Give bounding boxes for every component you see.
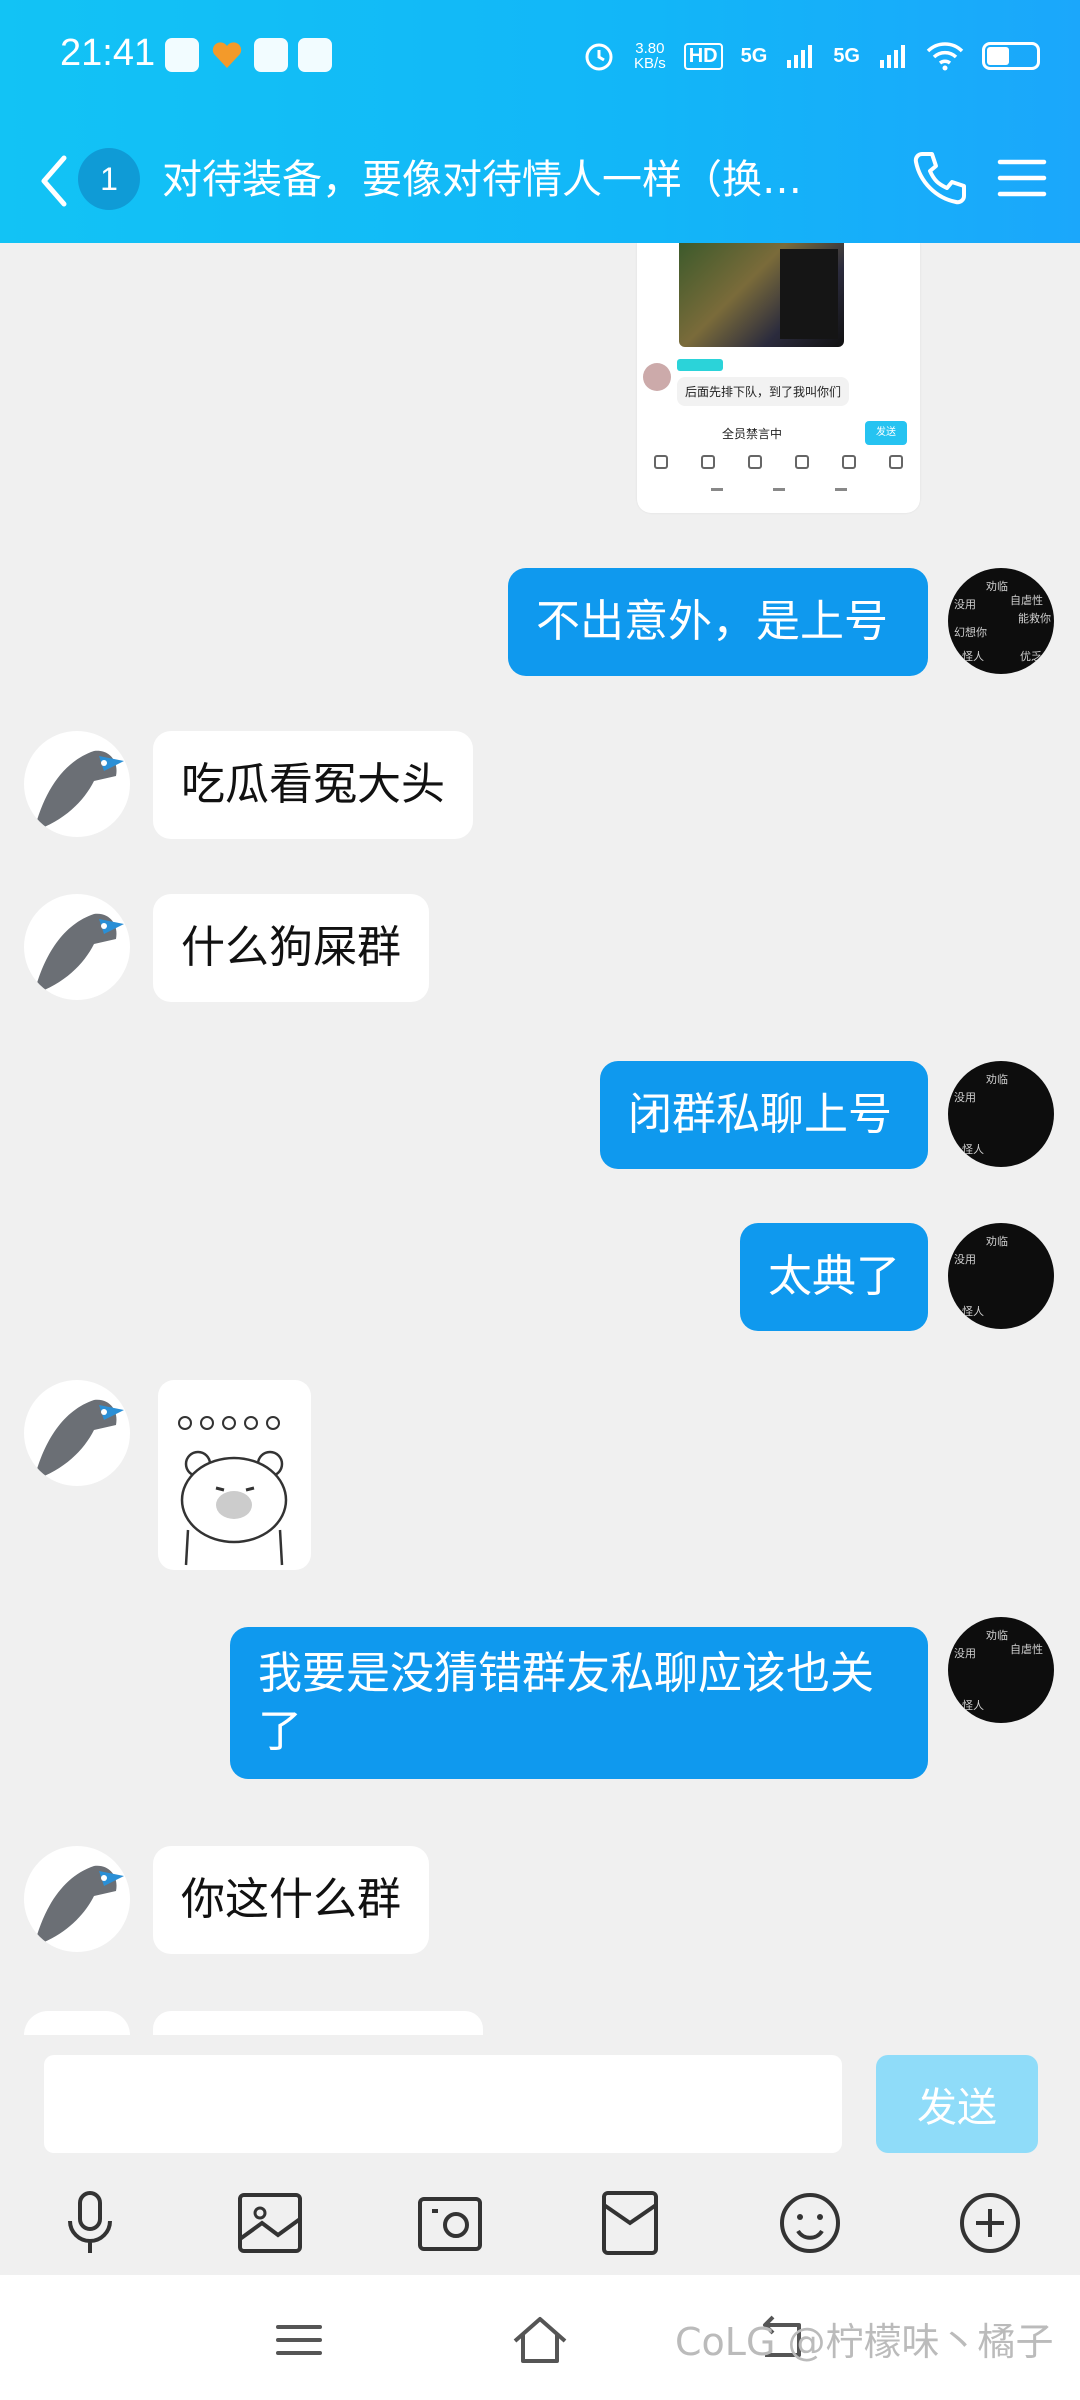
emoji-icon[interactable]	[770, 2183, 850, 2263]
status-indicators: 3.80 KB/s HD 5G 5G	[582, 36, 1040, 76]
message-list[interactable]: 后面先排下队，到了我叫你们 全员禁言中 发送 不出意外，是上号 劝临 自虐性 没…	[0, 243, 1080, 2035]
camera-icon[interactable]	[410, 2183, 490, 2263]
wifi-icon	[926, 42, 964, 71]
battery-icon	[982, 42, 1040, 70]
heart-app-icon	[210, 38, 244, 72]
input-toolbar	[0, 2183, 1080, 2273]
self-avatar[interactable]: 劝临 没用 怪人	[948, 1223, 1054, 1329]
bird-avatar-icon	[34, 1865, 124, 1946]
send-button[interactable]: 发送	[876, 2055, 1038, 2153]
preview-message: 后面先排下队，到了我叫你们	[677, 377, 850, 406]
contact-avatar[interactable]	[24, 1846, 130, 1952]
menu-icon[interactable]	[990, 146, 1054, 210]
message-bubble-self[interactable]: 闭群私聊上号	[600, 1061, 928, 1169]
input-area: 发送	[0, 2035, 1080, 2275]
system-navigation-bar: CoLG @柠檬味丶橘子	[0, 2275, 1080, 2400]
message-bubble-self[interactable]: 不出意外，是上号	[508, 568, 928, 676]
avatar	[643, 363, 671, 391]
image-icon[interactable]	[230, 2183, 310, 2263]
member-tag	[677, 359, 723, 371]
bird-avatar-icon	[34, 913, 124, 994]
game-screenshot-thumbnail	[679, 243, 844, 347]
message-bubble-other[interactable]	[153, 2011, 483, 2035]
app-notification-icon	[165, 38, 199, 72]
status-bar: 21:41 3.80 KB/s HD 5G 5G	[0, 0, 1080, 110]
watermark: CoLG @柠檬味丶橘子	[675, 2320, 1054, 2364]
home-icon[interactable]	[505, 2305, 575, 2375]
ban-banner: 全员禁言中 发送	[637, 415, 920, 449]
signal-5g-2: 5G	[833, 44, 860, 67]
red-packet-icon[interactable]	[590, 2183, 670, 2263]
self-avatar[interactable]: 劝临 自虐性 没用 怪人	[948, 1617, 1054, 1723]
network-speed: 3.80 KB/s	[634, 40, 666, 72]
alarm-icon	[585, 43, 613, 71]
signal-5g-1: 5G	[740, 44, 768, 67]
bird-avatar-icon	[34, 750, 124, 831]
message-bubble-other[interactable]: 你这什么群	[153, 1846, 429, 1954]
message-input[interactable]	[44, 2055, 842, 2153]
message-bubble-self[interactable]: 我要是没猜错群友私聊应该也关了	[230, 1627, 928, 1779]
status-time: 21:41	[60, 32, 156, 74]
bird-avatar-icon	[34, 1399, 124, 1480]
phone-call-icon[interactable]	[908, 146, 972, 210]
plus-icon[interactable]	[950, 2183, 1030, 2263]
contact-avatar[interactable]	[24, 894, 130, 1000]
bear-sticker-icon	[180, 1450, 288, 1566]
sticker-message[interactable]	[158, 1380, 311, 1570]
self-avatar[interactable]: 劝临 自虐性 没用 能救你 幻想你 怪人 优乏	[948, 568, 1054, 674]
image-message-screenshot[interactable]: 后面先排下队，到了我叫你们 全员禁言中 发送	[637, 243, 920, 513]
message-bubble-self[interactable]: 太典了	[740, 1223, 928, 1331]
chat-title[interactable]: 对待装备，要像对待情人一样（换…	[162, 150, 902, 210]
tiktok-app-icon	[298, 38, 332, 72]
contact-avatar[interactable]	[24, 731, 130, 837]
message-bubble-other[interactable]: 什么狗屎群	[153, 894, 429, 1002]
back-arrow-icon[interactable]	[30, 146, 80, 216]
preview-navbar	[637, 488, 920, 508]
microphone-icon[interactable]	[50, 2183, 130, 2263]
recent-apps-icon[interactable]	[264, 2305, 334, 2375]
hd-icon: HD	[683, 42, 723, 70]
message-bubble-other[interactable]: 吃瓜看冤大头	[153, 731, 473, 839]
self-avatar[interactable]: 劝临 没用 怪人	[948, 1061, 1054, 1167]
contact-avatar[interactable]	[24, 2011, 130, 2035]
preview-toolbar	[637, 455, 920, 479]
signal-icon	[880, 45, 905, 68]
unread-count-badge[interactable]: 1	[78, 148, 140, 210]
contact-avatar[interactable]	[24, 1380, 130, 1486]
chat-navbar: 1 对待装备，要像对待情人一样（换…	[0, 140, 1080, 240]
ban-banner-text: 全员禁言中	[722, 427, 783, 441]
signal-icon	[787, 45, 813, 68]
chat-header: 21:41 3.80 KB/s HD 5G 5G 1 对待装备，要像对待情人一样…	[0, 0, 1080, 243]
preview-send-button: 发送	[865, 421, 907, 445]
message-app-icon	[254, 38, 288, 72]
